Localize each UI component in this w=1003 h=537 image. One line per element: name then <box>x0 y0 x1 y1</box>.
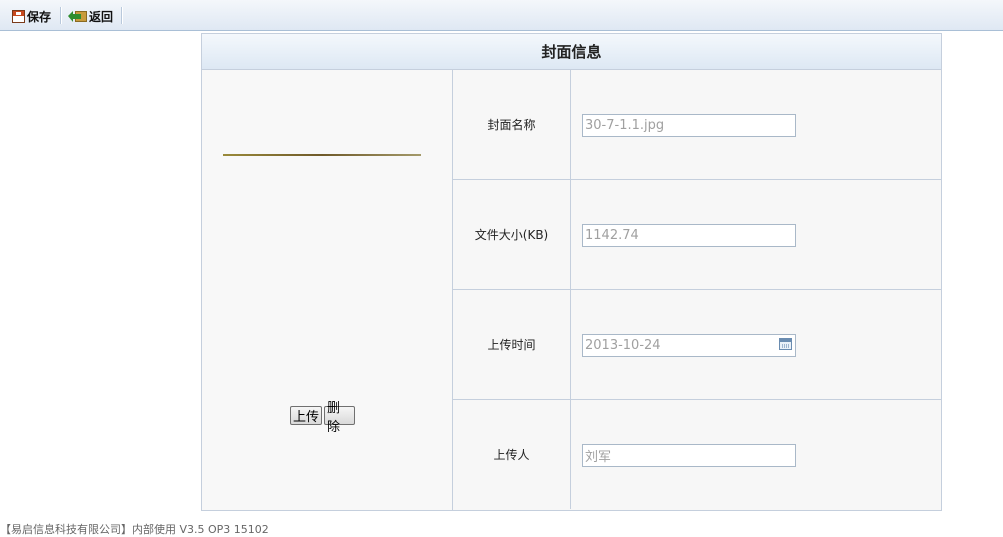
upload-time-field[interactable] <box>582 334 796 357</box>
save-icon <box>12 9 25 23</box>
calendar-icon[interactable] <box>779 338 792 350</box>
cover-info-panel: 封面信息 上传 删除 封面名称 文件大小(KB) 上传时间 上传人 <box>201 33 942 511</box>
toolbar-separator <box>60 7 62 24</box>
cover-name-label: 封面名称 <box>453 70 571 179</box>
upload-time-label: 上传时间 <box>453 290 571 399</box>
back-icon <box>68 9 88 23</box>
panel-title: 封面信息 <box>202 34 941 70</box>
cover-image-cell: 上传 删除 <box>202 70 453 510</box>
toolbar: 保存 返回 <box>0 0 1003 31</box>
back-button-label: 返回 <box>89 9 114 24</box>
cover-name-field[interactable] <box>582 114 796 137</box>
cover-image-preview <box>223 154 421 156</box>
save-button[interactable]: 保存 <box>12 8 51 24</box>
field-row-cover-name: 封面名称 <box>453 70 941 180</box>
uploader-field[interactable] <box>582 444 796 467</box>
toolbar-separator <box>121 7 123 24</box>
field-row-uploader: 上传人 <box>453 400 941 509</box>
upload-button[interactable]: 上传 <box>290 406 322 425</box>
field-row-file-size: 文件大小(KB) <box>453 180 941 290</box>
delete-button[interactable]: 删除 <box>324 401 355 435</box>
uploader-label: 上传人 <box>453 400 571 509</box>
file-size-label: 文件大小(KB) <box>453 180 571 289</box>
field-row-upload-time: 上传时间 <box>453 290 941 400</box>
file-size-field[interactable] <box>582 224 796 247</box>
footer-copyright: 【易启信息科技有限公司】内部使用 V3.5 OP3 15102 <box>0 523 269 536</box>
back-button[interactable]: 返回 <box>68 8 114 24</box>
save-button-label: 保存 <box>27 9 52 24</box>
